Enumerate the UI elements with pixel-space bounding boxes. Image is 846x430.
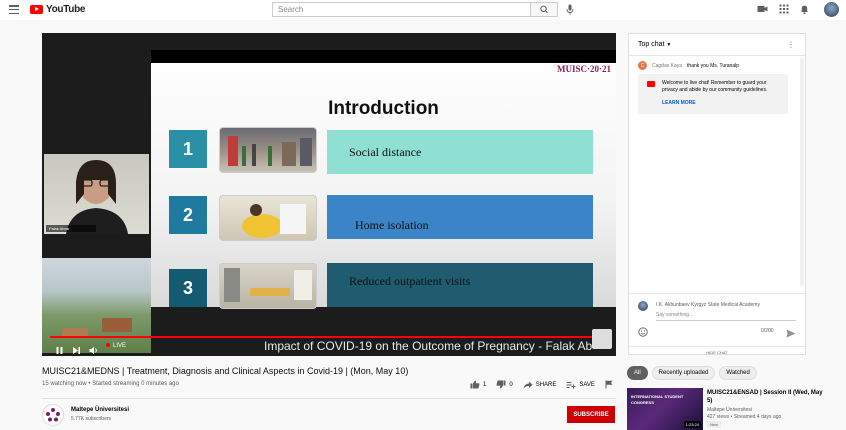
chat-welcome-banner: Welcome to live chat! Remember to guard …	[638, 74, 788, 114]
thumbs-up-icon	[470, 380, 480, 389]
speaker-webcam: Falak Abrar	[44, 154, 149, 234]
slide-black-band	[151, 50, 616, 63]
channel-watermark-icon[interactable]	[592, 329, 612, 349]
video-overlay-title: Impact of COVID-19 on the Outcome of Pre…	[264, 339, 593, 353]
row-label-home-isolation: Home isolation	[327, 195, 593, 239]
chat-input-area: I.K. Akhunbaev Kyrgyz State Medical Acad…	[629, 293, 805, 355]
home-isolation-photo	[219, 195, 317, 241]
search-input[interactable]: Search	[272, 2, 531, 17]
playlist-add-icon	[566, 381, 576, 388]
thumbs-down-icon	[496, 380, 506, 389]
chip-watched[interactable]: Watched	[719, 366, 757, 380]
subscribe-button[interactable]: SUBSCRIBE	[567, 406, 615, 423]
row-number-1: 1	[169, 130, 207, 168]
video-player[interactable]: MUISC·20·21 Introduction 1 Social distan…	[42, 33, 616, 356]
chat-scrollbar[interactable]	[800, 58, 804, 286]
user-avatar	[638, 301, 648, 311]
presentation-slide: MUISC·20·21 Introduction 1 Social distan…	[151, 50, 616, 309]
live-indicator[interactable]: LIVE	[106, 343, 126, 349]
recommendation-filter-chips: All Recently uploaded Watched	[627, 366, 757, 380]
microphone-icon[interactable]	[566, 4, 574, 15]
thumbnail-text: INTERNATIONAL STUDENT CONGRESS	[631, 394, 684, 405]
new-badge: New	[707, 421, 722, 428]
hide-chat-button[interactable]: HIDE CHAT	[629, 346, 805, 355]
share-label: SHARE	[535, 381, 557, 388]
volume-icon[interactable]	[89, 342, 99, 356]
youtube-play-icon	[30, 5, 43, 14]
subscriber-count: 5.77K subscribers	[71, 416, 112, 422]
speaker-name-label: Falak Abrar	[46, 225, 96, 232]
video-actions: 1 0 SHARE SAVE	[470, 380, 623, 389]
congress-brand: MUISC·20·21	[556, 64, 611, 74]
recommended-video-channel[interactable]: Maltepe Üniversitesi	[707, 407, 752, 413]
like-button[interactable]: 1	[470, 380, 486, 389]
report-button[interactable]	[605, 380, 613, 389]
search-button[interactable]	[531, 2, 558, 17]
youtube-logo[interactable]: YouTube	[30, 4, 86, 15]
chat-message: C Cagdas Kaya thank you Ms. Turanalp	[638, 61, 739, 70]
row-number-3: 3	[169, 269, 207, 307]
learn-more-link[interactable]: LEARN MORE	[662, 100, 696, 106]
social-distance-photo	[219, 127, 317, 173]
recommended-video-views: 427 views • Streamed 4 days ago	[707, 414, 782, 420]
chat-mode-dropdown[interactable]: Top chat ▼	[638, 41, 671, 48]
video-meta: 15 watching now • Started streaming 0 mi…	[42, 381, 179, 387]
account-avatar[interactable]	[824, 2, 839, 17]
slide-title: Introduction	[328, 98, 439, 119]
channel-name[interactable]: Maltepe Üniversitesi	[71, 407, 129, 413]
live-chat-panel: Top chat ▼ ⋮ C Cagdas Kaya thank you Ms.…	[628, 33, 806, 355]
recommended-video-thumbnail[interactable]: INTERNATIONAL STUDENT CONGRESS 1:23:24	[627, 388, 703, 430]
chat-input-underline	[656, 320, 796, 321]
share-icon	[523, 381, 533, 388]
more-options-icon[interactable]: ⋮	[787, 40, 795, 49]
chat-mode-label: Top chat	[638, 41, 665, 48]
chat-user-name: I.K. Akhunbaev Kyrgyz State Medical Acad…	[656, 302, 760, 308]
logo-text: YouTube	[46, 4, 86, 15]
welcome-text: Welcome to live chat! Remember to guard …	[662, 80, 768, 93]
chip-all[interactable]: All	[627, 366, 648, 380]
chat-author-avatar: C	[638, 61, 647, 70]
top-bar: YouTube Search	[0, 0, 846, 20]
chat-author-name[interactable]: Cagdas Kaya	[652, 63, 682, 69]
outpatient-waiting-room-photo	[219, 263, 317, 309]
save-label: SAVE	[579, 381, 595, 388]
chip-recently-uploaded[interactable]: Recently uploaded	[651, 366, 716, 380]
save-button[interactable]: SAVE	[566, 381, 595, 389]
chat-message-text: thank you Ms. Turanalp	[687, 62, 740, 69]
chevron-down-icon: ▼	[666, 42, 672, 48]
chat-input[interactable]: Say something...	[656, 312, 693, 318]
university-logo-icon	[46, 408, 60, 422]
chat-header: Top chat ▼ ⋮	[629, 34, 805, 56]
row-label-reduced-outpatient-visits: Reduced outpatient visits	[327, 263, 593, 307]
share-button[interactable]: SHARE	[523, 381, 557, 389]
notifications-bell-icon[interactable]	[800, 4, 809, 15]
emoji-icon[interactable]	[638, 324, 648, 342]
row-number-2: 2	[169, 196, 207, 234]
dislike-count: 0	[509, 381, 513, 388]
like-count: 1	[483, 381, 487, 388]
landscape-background	[42, 258, 151, 353]
progress-bar[interactable]	[50, 336, 608, 338]
flag-icon	[605, 380, 613, 389]
search-icon	[540, 5, 548, 14]
next-icon[interactable]	[72, 342, 81, 356]
row-label-social-distance: Social distance	[327, 130, 593, 174]
channel-avatar[interactable]	[42, 404, 64, 426]
character-count: 0/200	[761, 328, 774, 334]
youtube-play-icon	[647, 81, 655, 87]
video-title: MUISC21&MEDNS | Treatment, Diagnosis and…	[42, 366, 409, 376]
create-video-icon[interactable]	[757, 4, 768, 14]
menu-icon[interactable]	[9, 5, 19, 14]
send-icon[interactable]	[786, 325, 796, 343]
recommended-video-title[interactable]: MUISC21&ENSAD | Session II (Wed, May 5)	[707, 389, 827, 405]
dislike-button[interactable]: 0	[496, 380, 513, 389]
video-duration: 1:23:24	[683, 421, 701, 428]
divider	[42, 398, 616, 399]
pause-icon[interactable]	[55, 342, 64, 356]
apps-grid-icon[interactable]	[779, 4, 789, 14]
